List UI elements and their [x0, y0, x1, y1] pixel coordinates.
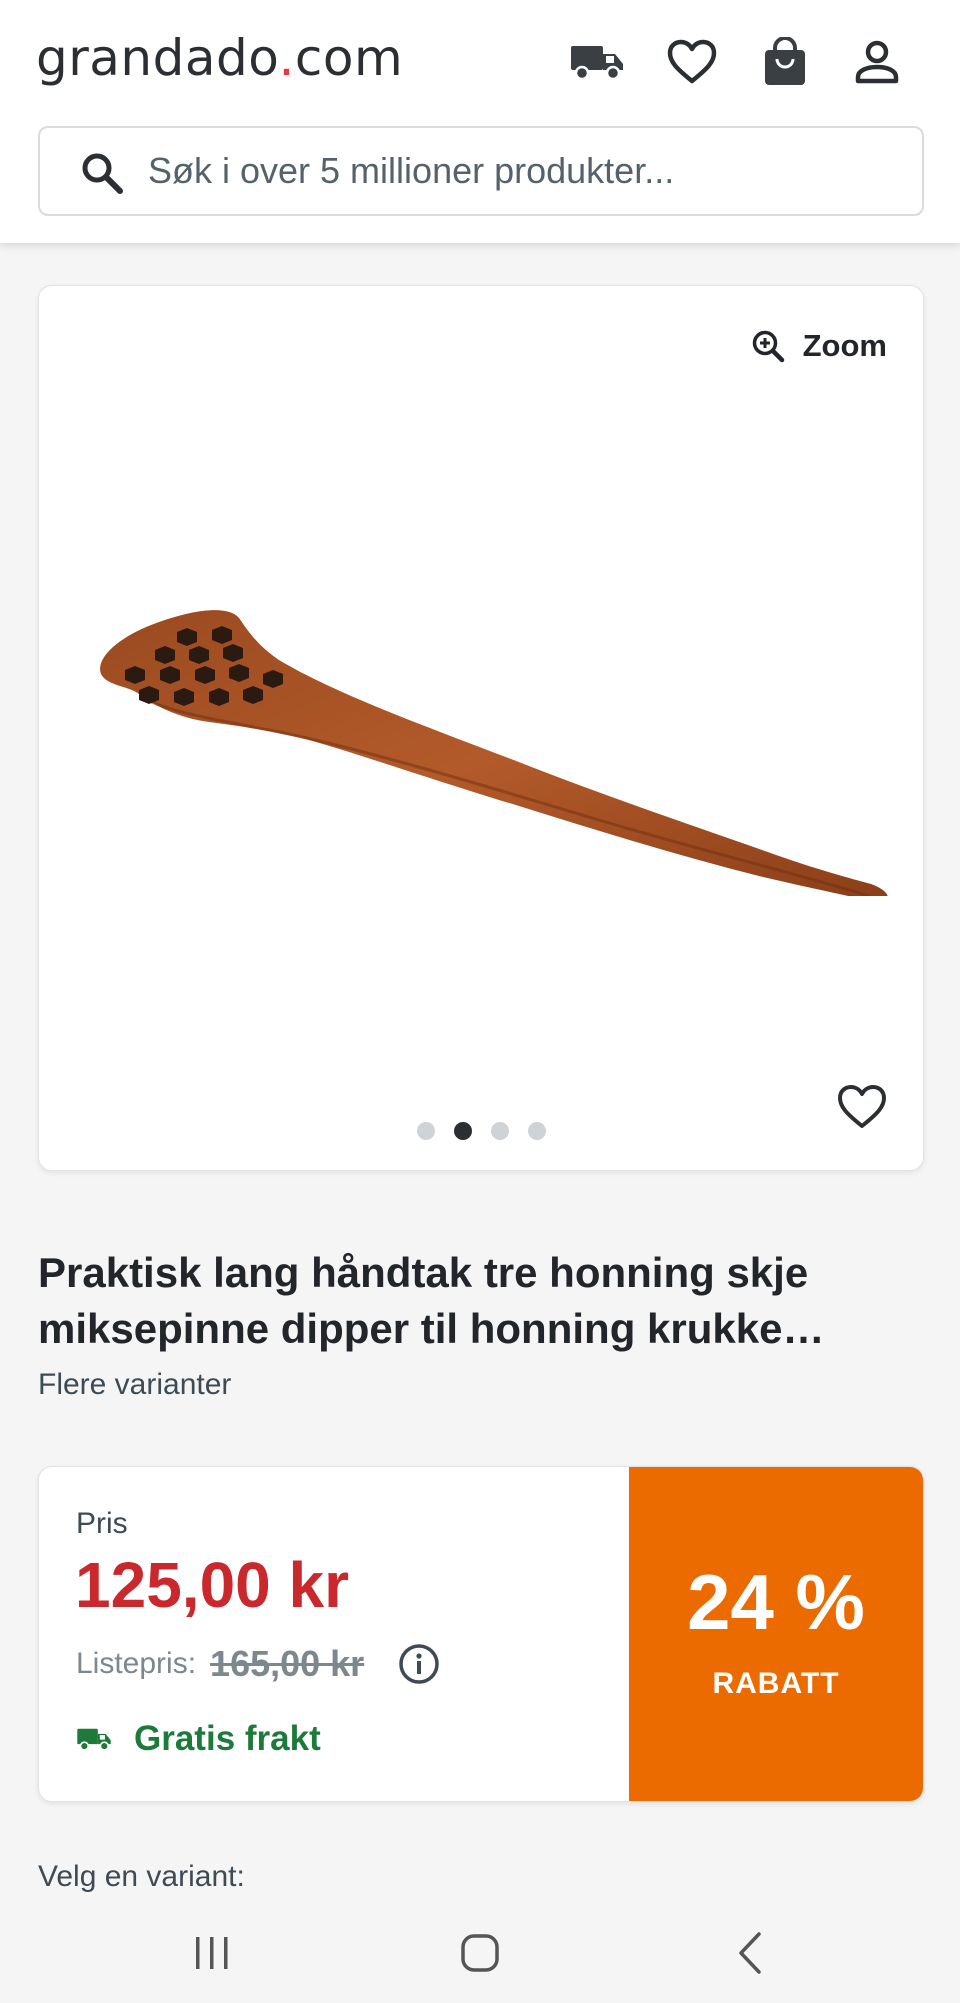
- product-image-gallery[interactable]: Zoom: [38, 285, 924, 1171]
- android-navigation-bar: [0, 1900, 960, 2003]
- discount-percent: 24 %: [687, 1558, 865, 1646]
- recent-apps-icon[interactable]: [182, 1928, 242, 1978]
- search-icon[interactable]: [80, 151, 124, 195]
- shopping-bag-icon[interactable]: [753, 30, 817, 94]
- price-card: Pris 125,00 kr Listepris: 165,00 kr Grat…: [38, 1466, 924, 1802]
- site-header: grandado.com: [0, 0, 960, 243]
- image-pagination: [39, 1122, 923, 1140]
- list-price-row: Listepris: 165,00 kr: [76, 1643, 440, 1685]
- current-price: 125,00 kr: [75, 1549, 350, 1621]
- zoom-button[interactable]: Zoom: [751, 324, 887, 368]
- heart-icon[interactable]: [660, 30, 724, 94]
- product-image: [100, 610, 888, 896]
- delivery-truck-icon: [77, 1728, 111, 1751]
- search-bar[interactable]: [38, 126, 924, 216]
- back-icon[interactable]: [720, 1928, 780, 1978]
- grandado-logo[interactable]: grandado.com: [36, 26, 403, 90]
- add-to-wishlist-heart-icon[interactable]: [837, 1082, 887, 1132]
- pagination-dot[interactable]: [527, 1122, 546, 1140]
- zoom-in-icon: [752, 330, 784, 363]
- zoom-label: Zoom: [802, 328, 887, 363]
- list-price: 165,00 kr: [210, 1643, 365, 1684]
- free-shipping-text: Gratis frakt: [134, 1719, 321, 1758]
- account-icon[interactable]: [845, 30, 909, 94]
- home-icon[interactable]: [450, 1928, 510, 1978]
- info-icon[interactable]: [398, 1643, 440, 1685]
- product-title: Praktisk lang håndtak tre honning skje m…: [38, 1249, 825, 1352]
- price-label: Pris: [76, 1507, 128, 1540]
- discount-label: RABATT: [712, 1667, 840, 1700]
- shipping-row: Gratis frakt: [76, 1719, 321, 1759]
- delivery-truck-icon[interactable]: [565, 30, 629, 94]
- pagination-dot-active[interactable]: [453, 1122, 472, 1140]
- more-variants-link[interactable]: Flere varianter: [38, 1368, 231, 1402]
- pagination-dot[interactable]: [416, 1122, 435, 1140]
- search-input[interactable]: [148, 128, 908, 214]
- list-price-label: Listepris:: [76, 1647, 197, 1680]
- price-info: Pris 125,00 kr Listepris: 165,00 kr Grat…: [39, 1467, 631, 1801]
- pagination-dot[interactable]: [490, 1122, 509, 1140]
- discount-badge: 24 % RABATT: [629, 1467, 923, 1801]
- choose-variant-label: Velg en variant:: [38, 1860, 245, 1893]
